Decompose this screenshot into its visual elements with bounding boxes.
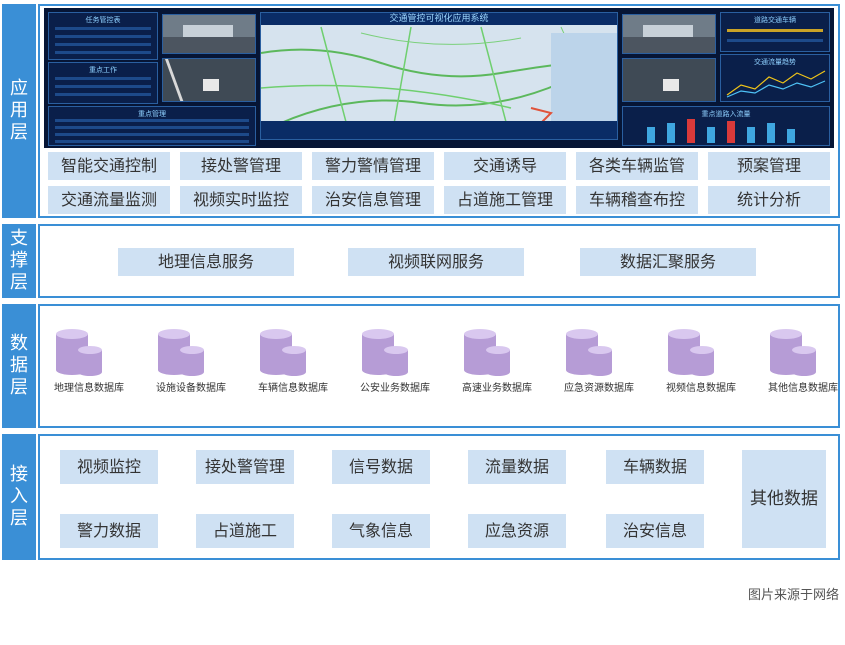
database-item: 其他信息数据库 [762,326,844,422]
access-item-police: 警力数据 [60,514,158,548]
app-button-3: 警力警情管理 [312,152,434,180]
application-layer-box: 任务管控表 重点工作 重点管理 交通管控可视化应用系统 道路交通车辆 交通流量趋… [38,4,840,218]
dashboard-panel-flow: 交通流量趋势 [720,54,830,102]
database-item: 设施设备数据库 [150,326,232,422]
app-button-11: 车辆稽查布控 [576,186,698,214]
layer-label-data: 数据层 [2,304,36,428]
access-item-emergency: 应急资源 [468,514,566,548]
camera-feed-4 [622,58,716,102]
database-icon [158,329,204,376]
dashboard-map: 交通管控可视化应用系统 [260,12,618,140]
camera-feed-2 [162,58,256,102]
app-button-4: 交通诱导 [444,152,566,180]
app-button-8: 视频实时监控 [180,186,302,214]
layer-label-application: 应用层 [2,4,36,218]
database-item: 视频信息数据库 [660,326,742,422]
database-icon [362,329,408,376]
database-label: 视频信息数据库 [666,383,736,394]
access-item-video: 视频监控 [60,450,158,484]
access-item-weather: 气象信息 [332,514,430,548]
app-button-1: 智能交通控制 [48,152,170,180]
access-item-vehicle: 车辆数据 [606,450,704,484]
service-video: 视频联网服务 [348,248,524,276]
dashboard-panel-task: 任务管控表 [48,12,158,60]
layer-label-support: 支撑层 [2,224,36,298]
app-button-5: 各类车辆监管 [576,152,698,180]
access-item-construction: 占道施工 [196,514,294,548]
layer-label-access: 接入层 [2,434,36,560]
database-label: 高速业务数据库 [462,383,532,394]
dashboard-screenshot: 任务管控表 重点工作 重点管理 交通管控可视化应用系统 道路交通车辆 交通流量趋… [44,8,834,148]
access-item-other: 其他数据 [742,450,826,548]
app-button-2: 接处警管理 [180,152,302,180]
database-label: 设施设备数据库 [156,383,226,394]
app-button-6: 预案管理 [708,152,830,180]
dashboard-panel-rank: 重点道路入流量 [622,106,830,146]
service-data: 数据汇聚服务 [580,248,756,276]
data-layer-box: 地理信息数据库 设施设备数据库 车辆信息数据库 公安业务数据库 高速业务数据库 应急资源数… [38,304,840,428]
database-icon [668,329,714,376]
access-item-signal: 信号数据 [332,450,430,484]
support-layer-box: 地理信息服务 视频联网服务 数据汇聚服务 [38,224,840,298]
database-icon [566,329,612,376]
database-label: 地理信息数据库 [54,383,124,394]
database-label: 车辆信息数据库 [258,383,328,394]
service-geo: 地理信息服务 [118,248,294,276]
database-item: 应急资源数据库 [558,326,640,422]
database-icon [770,329,816,376]
app-button-12: 统计分析 [708,186,830,214]
camera-feed-1 [162,14,256,54]
source-note: 图片来源于网络 [747,588,839,603]
database-item: 车辆信息数据库 [252,326,334,422]
database-label: 其他信息数据库 [768,383,838,394]
database-label: 应急资源数据库 [564,383,634,394]
database-icon [260,329,306,376]
database-icon [56,329,102,376]
dashboard-panel-work: 重点工作 [48,62,158,104]
access-layer-box: 视频监控 接处警管理 信号数据 流量数据 车辆数据 警力数据 占道施工 气象信息… [38,434,840,560]
database-icon [464,329,510,376]
dashboard-panel-alarm: 重点管理 [48,106,256,146]
app-button-7: 交通流量监测 [48,186,170,214]
database-item: 公安业务数据库 [354,326,436,422]
app-button-10: 占道施工管理 [444,186,566,214]
access-item-flow: 流量数据 [468,450,566,484]
database-item: 地理信息数据库 [48,326,130,422]
access-item-security: 治安信息 [606,514,704,548]
access-item-alarm: 接处警管理 [196,450,294,484]
database-item: 高速业务数据库 [456,326,538,422]
database-label: 公安业务数据库 [360,383,430,394]
camera-feed-3 [622,14,716,54]
app-button-9: 治安信息管理 [312,186,434,214]
dashboard-panel-stats: 道路交通车辆 [720,12,830,52]
